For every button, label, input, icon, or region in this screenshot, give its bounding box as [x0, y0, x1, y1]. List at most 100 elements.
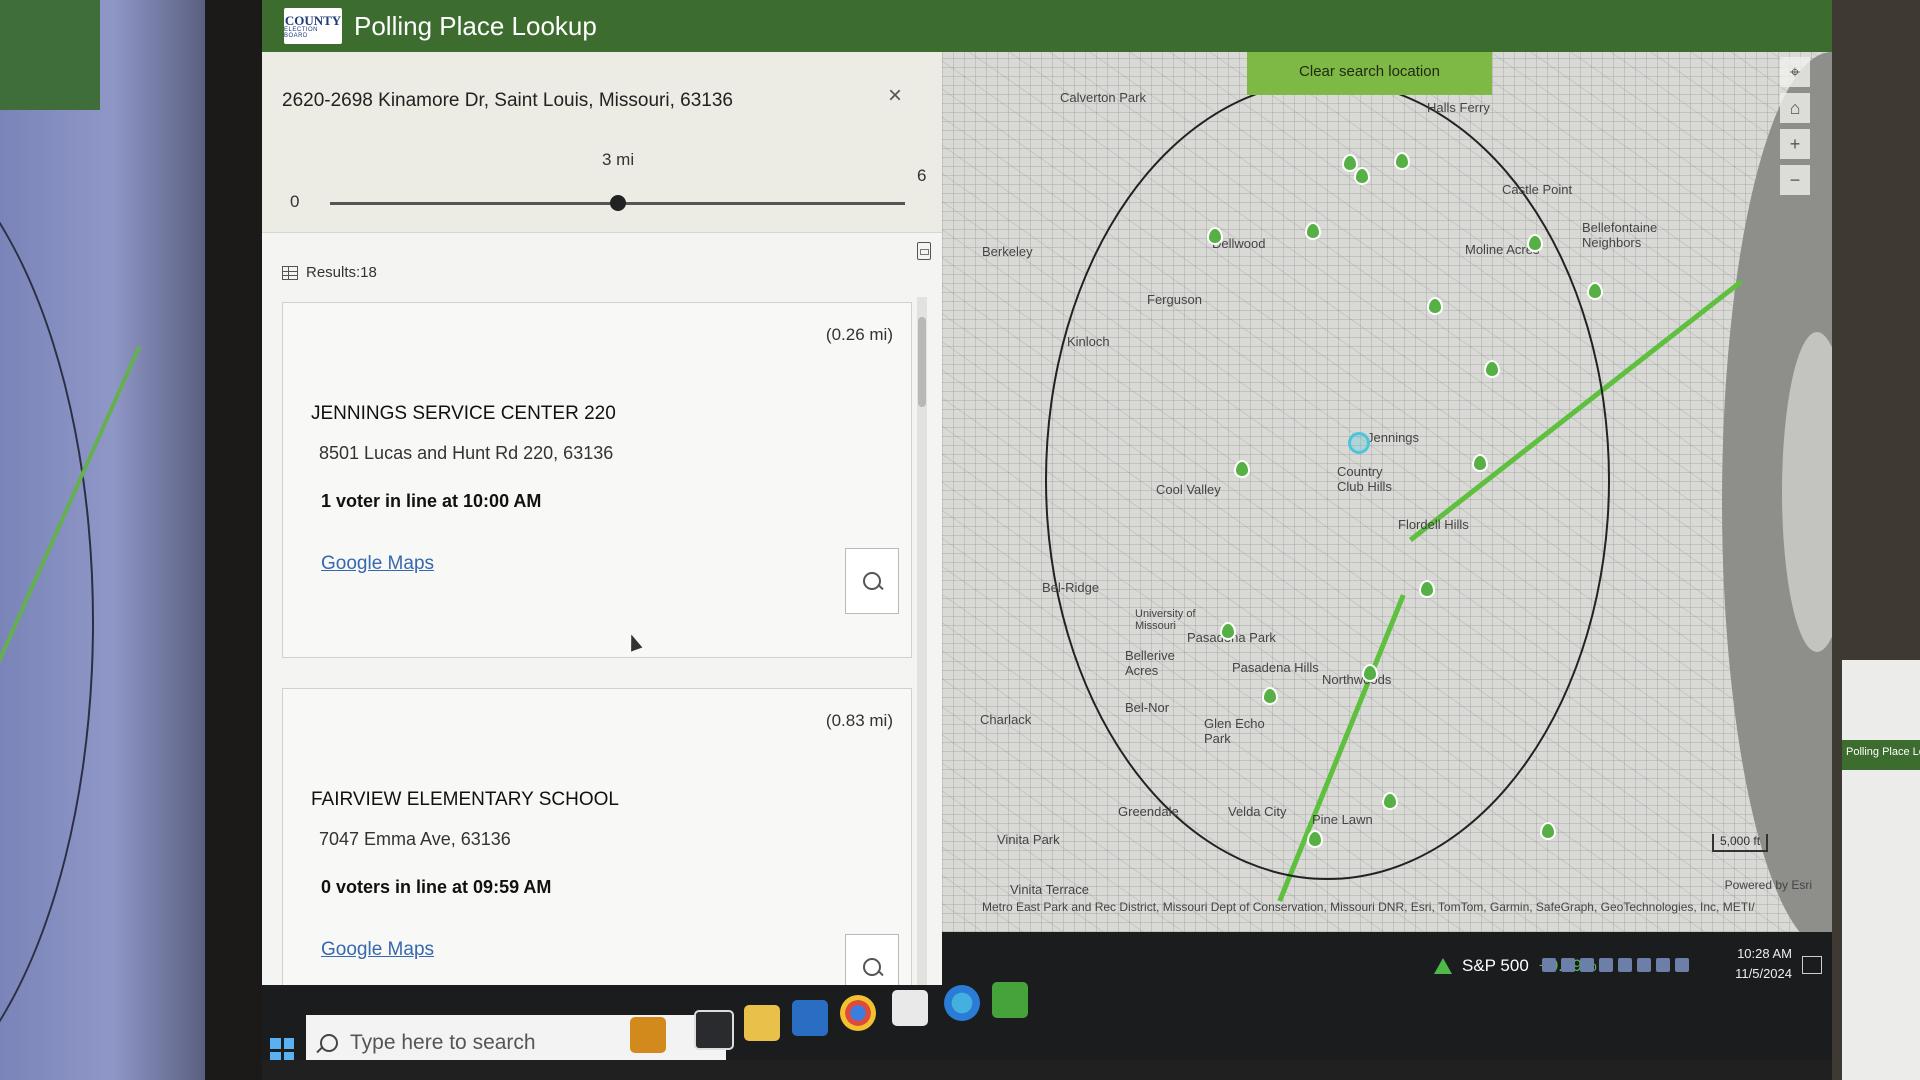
store-icon[interactable]	[892, 990, 928, 1026]
polling-place-marker[interactable]	[1234, 460, 1250, 478]
right-monitor-header: Polling Place Lookup	[1842, 740, 1920, 770]
map-attribution: Metro East Park and Rec District, Missou…	[982, 900, 1755, 914]
taskbar-search-placeholder: Type here to search	[350, 1030, 536, 1054]
map-label: Kinloch	[1067, 334, 1110, 349]
right-monitor: Polling Place Lookup	[1842, 660, 1920, 1080]
polling-place-marker[interactable]	[1427, 297, 1443, 315]
task-view-icon[interactable]	[694, 1010, 734, 1050]
table-icon[interactable]	[282, 265, 298, 280]
result-address: 8501 Lucas and Hunt Rd 220, 63136	[319, 443, 614, 463]
polling-place-marker[interactable]	[1207, 227, 1223, 245]
stock-up-icon	[1434, 958, 1452, 974]
powered-by[interactable]: Powered by Esri	[1725, 878, 1812, 892]
polling-place-marker[interactable]	[1305, 222, 1321, 240]
map-label: Castle Point	[1502, 182, 1573, 197]
left-monitor	[0, 0, 205, 1080]
zoom-to-icon	[863, 572, 881, 590]
chrome-icon[interactable]	[840, 995, 876, 1031]
close-icon[interactable]: ×	[888, 82, 902, 110]
tray-icon[interactable]	[1618, 958, 1632, 972]
map-view[interactable]: Calverton Park Halls Ferry Castle Point …	[942, 52, 1832, 932]
logo-text-bottom: ELECTION BOARD	[284, 26, 319, 39]
map-label: Bellefontaine Neighbors	[1582, 220, 1658, 250]
results-count-label: Results:18	[306, 264, 377, 281]
distance-slider-thumb[interactable]	[609, 195, 626, 211]
zoom-to-result-button[interactable]	[845, 548, 899, 614]
app-header: COUNTY ELECTION BOARD Polling Place Look…	[262, 0, 1832, 52]
polling-place-marker[interactable]	[1307, 830, 1323, 848]
tray-icon[interactable]	[1580, 958, 1594, 972]
search-location-marker[interactable]	[1348, 432, 1370, 454]
notification-icon[interactable]	[1802, 956, 1822, 974]
map-label: Bellerive Acres	[1125, 648, 1175, 678]
zoom-in-button[interactable]: +	[1780, 129, 1810, 159]
locate-icon[interactable]: ⌖	[1780, 57, 1810, 87]
file-explorer-icon[interactable]	[744, 1005, 780, 1041]
system-tray	[1542, 958, 1689, 972]
app-title: Polling Place Lookup	[354, 10, 597, 41]
polling-place-marker[interactable]	[1354, 167, 1370, 185]
map-label: Velda City	[1228, 804, 1287, 819]
monitor-bezel-bottom	[262, 1060, 1832, 1080]
search-address[interactable]: 2620-2698 Kinamore Dr, Saint Louis, Miss…	[282, 90, 733, 112]
result-name: JENNINGS SERVICE CENTER 220	[311, 403, 616, 424]
result-line-status: 0 voters in line at 09:59 AM	[321, 877, 552, 897]
briefcase-icon[interactable]	[630, 1017, 666, 1053]
map-label: Pasadena Hills	[1232, 660, 1319, 675]
result-address: 7047 Emma Ave, 63136	[319, 829, 511, 849]
outlook-icon[interactable]	[792, 1000, 828, 1036]
results-list: (0.26 mi) JENNINGS SERVICE CENTER 220 85…	[282, 302, 912, 1080]
tray-icon[interactable]	[1675, 958, 1689, 972]
map-label: Jennings	[1367, 430, 1420, 445]
scrollbar-thumb[interactable]	[918, 317, 926, 407]
tray-icon[interactable]	[1561, 958, 1575, 972]
tray-icon[interactable]	[1656, 958, 1670, 972]
tray-icon[interactable]	[1637, 958, 1651, 972]
map-label: Glen Echo Park	[1204, 716, 1265, 746]
map-tools: ⌖ ⌂ + −	[1780, 57, 1810, 195]
polling-place-marker[interactable]	[1394, 152, 1410, 170]
map-label: Ferguson	[1147, 292, 1202, 307]
results-count: Results:18	[282, 264, 377, 281]
search-radius-circle	[1045, 80, 1610, 880]
polling-place-marker[interactable]	[1220, 622, 1236, 640]
polling-place-marker[interactable]	[1382, 792, 1398, 810]
polling-place-marker[interactable]	[1527, 234, 1543, 252]
map-label: Berkeley	[982, 244, 1033, 259]
polling-place-marker[interactable]	[1540, 822, 1556, 840]
taskbar-clock[interactable]: 10:28 AM 11/5/2024	[1735, 944, 1792, 984]
polling-place-marker[interactable]	[1472, 454, 1488, 472]
polling-place-marker[interactable]	[1362, 664, 1378, 682]
map-label: Vinita Terrace	[1010, 882, 1090, 897]
range-max-label: 6	[917, 166, 927, 185]
result-line-status: 1 voter in line at 10:00 AM	[321, 491, 542, 511]
taskbar-right: S&P 500 +0.89% 10:28 AM 11/5/2024	[942, 932, 1832, 1080]
map-label: Pine Lawn	[1312, 812, 1373, 827]
results-scrollbar[interactable]	[917, 297, 927, 1080]
clock-time: 10:28 AM	[1737, 946, 1792, 961]
map-label: Cool Valley	[1156, 482, 1221, 497]
google-maps-link[interactable]: Google Maps	[321, 939, 434, 961]
range-min-label: 0	[290, 192, 300, 211]
county-logo: COUNTY ELECTION BOARD	[284, 8, 342, 44]
clear-search-location-button[interactable]: Clear search location	[1247, 52, 1492, 95]
home-icon[interactable]: ⌂	[1780, 93, 1810, 123]
result-card[interactable]: (0.26 mi) JENNINGS SERVICE CENTER 220 85…	[282, 302, 912, 658]
map-label: Country Club Hills	[1337, 464, 1392, 494]
tray-icon[interactable]	[1542, 958, 1556, 972]
polling-place-marker[interactable]	[1484, 360, 1500, 378]
search-icon	[320, 1033, 338, 1052]
tray-icon[interactable]	[1599, 958, 1613, 972]
polling-place-marker[interactable]	[1262, 687, 1278, 705]
logo-text-top: COUNTY	[284, 12, 342, 28]
google-maps-link[interactable]: Google Maps	[321, 553, 434, 575]
polling-place-marker[interactable]	[1587, 282, 1603, 300]
search-location-bar: 2620-2698 Kinamore Dr, Saint Louis, Miss…	[262, 52, 942, 233]
map-scale-bar: 5,000 ft	[1712, 834, 1769, 852]
media-player-icon[interactable]	[992, 982, 1028, 1018]
polling-place-marker[interactable]	[1419, 580, 1435, 598]
zoom-out-button[interactable]: −	[1780, 165, 1810, 195]
pdf-export-icon[interactable]	[917, 242, 931, 260]
distance-slider[interactable]	[330, 195, 905, 211]
edge-icon[interactable]	[944, 985, 980, 1021]
